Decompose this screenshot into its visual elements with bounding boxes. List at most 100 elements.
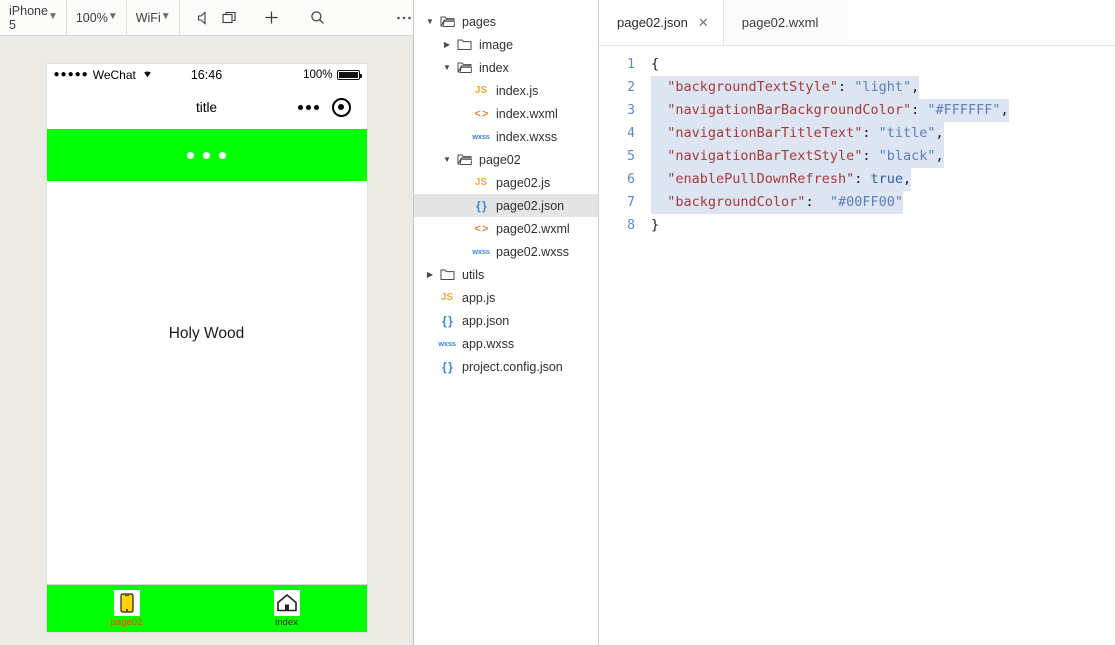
code-line: 3 "navigationBarBackgroundColor": "#FFFF…: [599, 99, 1115, 122]
tree-item-label: page02.wxss: [496, 244, 569, 259]
tree-item-index-wxss[interactable]: ▶wxssindex.wxss: [414, 125, 598, 148]
js-icon: JS: [474, 85, 488, 96]
code-text: "backgroundTextStyle": "light",: [651, 76, 920, 99]
tree-item-pages[interactable]: ▼ pages: [414, 10, 598, 33]
line-number: 4: [627, 126, 635, 141]
phone-statusbar: ●●●●● WeChat 16:46 100%: [46, 64, 367, 85]
editor-pane: page02.json ✕ page02.wxml 1{2 "backgroundT…: [599, 0, 1115, 645]
tree-item-app-js[interactable]: ▶JSapp.js: [414, 286, 598, 309]
tab-index[interactable]: index: [207, 589, 367, 628]
tree-item-index[interactable]: ▼ index: [414, 56, 598, 79]
tree-item-label: page02: [479, 152, 521, 167]
tree-item-label: utils: [462, 267, 485, 282]
editor-tab-page02-wxml[interactable]: page02.wxml: [723, 0, 849, 45]
editor-tabs: page02.json ✕ page02.wxml: [599, 0, 1115, 46]
page-content: Holy Wood: [46, 181, 367, 584]
tree-item-label: app.js: [462, 290, 496, 305]
json-icon: { }: [442, 313, 453, 328]
chevron-down-icon[interactable]: ▼: [441, 63, 453, 72]
line-number: 8: [627, 218, 635, 233]
code-line: 4 "navigationBarTitleText": "title",: [599, 122, 1115, 145]
device-select[interactable]: iPhone 5 ▼: [0, 0, 67, 35]
pulldown-refresh-band: [46, 129, 367, 181]
tree-item-page02-json[interactable]: ▶{ }page02.json: [414, 194, 598, 217]
chevron-down-icon: ▼: [107, 11, 118, 22]
chevron-down-icon: ▼: [47, 11, 58, 22]
js-icon: JS: [440, 292, 454, 303]
refresh-dot: [187, 151, 194, 159]
tree-item-app-json[interactable]: ▶{ }app.json: [414, 309, 598, 332]
tree-item-image[interactable]: ▶ image: [414, 33, 598, 56]
more-icon[interactable]: [394, 8, 414, 28]
tree-item-index-wxml[interactable]: ▶< >index.wxml: [414, 102, 598, 125]
code-token-key: "navigationBarTextStyle": [667, 148, 863, 164]
statusbar-right: 100%: [222, 68, 362, 81]
code-token-str: "#00FF00": [829, 194, 903, 210]
tree-item-page02-wxss[interactable]: ▶wxsspage02.wxss: [414, 240, 598, 263]
ellipsis-icon[interactable]: [297, 104, 319, 110]
code-token-key: "navigationBarBackgroundColor": [667, 102, 912, 118]
tree-item-utils[interactable]: ▶ utils: [414, 263, 598, 286]
code-text: "navigationBarTextStyle": "black",: [651, 145, 944, 168]
tree-item-label: page02.wxml: [496, 221, 570, 236]
tree-item-index-js[interactable]: ▶JSindex.js: [414, 79, 598, 102]
code-text: }: [651, 214, 659, 237]
search-icon[interactable]: [308, 8, 328, 28]
tree-item-app-wxss[interactable]: ▶wxssapp.wxss: [414, 332, 598, 355]
tree-item-page02-js[interactable]: ▶JSpage02.js: [414, 171, 598, 194]
code-token-punct: ,: [911, 79, 920, 95]
chevron-down-icon: ▼: [160, 11, 171, 22]
volume-icon[interactable]: [194, 8, 214, 28]
wxss-icon: wxss: [472, 132, 490, 141]
battery-percent-label: 100%: [303, 68, 333, 81]
code-token-punct: ,: [935, 148, 944, 164]
chevron-right-icon[interactable]: ▶: [424, 270, 436, 279]
close-icon[interactable]: ✕: [698, 15, 709, 31]
zoom-select-value: 100%: [75, 10, 108, 25]
chevron-down-icon[interactable]: ▼: [424, 17, 436, 26]
home-icon: [273, 589, 300, 616]
code-token-punct: [651, 102, 667, 118]
code-token-punct: :: [862, 125, 879, 141]
code-token-bool: true: [870, 171, 903, 187]
zoom-select[interactable]: 100% ▼: [67, 0, 127, 35]
code-line: 1{: [599, 53, 1115, 76]
chevron-down-icon[interactable]: ▼: [441, 155, 453, 164]
simulator-pane: iPhone 5 ▼ 100% ▼ WiFi ▼ ●●●●● WeChat 16…: [0, 0, 457, 645]
target-icon[interactable]: [331, 97, 351, 117]
navbar-capsule: [297, 97, 367, 117]
code-token-punct: :: [854, 171, 871, 187]
network-select-value: WiFi: [135, 10, 161, 25]
network-select[interactable]: WiFi ▼: [127, 0, 180, 35]
code-token-key: "enablePullDownRefresh": [667, 171, 855, 187]
tab-page02[interactable]: page02: [47, 589, 207, 628]
phone-frame: ●●●●● WeChat 16:46 100% title Holy Wood …: [46, 64, 367, 632]
code-token-punct: :: [862, 148, 879, 164]
editor-tab-page02-json[interactable]: page02.json ✕: [599, 0, 724, 45]
page-text: Holy Wood: [168, 325, 245, 342]
line-number: 7: [627, 195, 635, 210]
phone-navbar: title: [46, 85, 367, 129]
tree-item-project-config-json[interactable]: ▶{ }project.config.json: [414, 355, 598, 378]
code-token-punct: [651, 171, 667, 187]
code-token-str: "title": [878, 125, 936, 141]
line-number: 3: [627, 103, 635, 118]
tree-item-page02-wxml[interactable]: ▶< >page02.wxml: [414, 217, 598, 240]
code-token-punct: [651, 79, 667, 95]
add-icon[interactable]: [262, 8, 282, 28]
code-text: "navigationBarTitleText": "title",: [651, 122, 944, 145]
window-icon[interactable]: [220, 8, 240, 28]
code-text: "backgroundColor": "#00FF00": [651, 191, 903, 214]
tree-item-label: page02.json: [496, 198, 565, 213]
tree-item-page02[interactable]: ▼ page02: [414, 148, 598, 171]
tree-item-label: page02.js: [496, 175, 551, 190]
chevron-right-icon[interactable]: ▶: [441, 40, 453, 49]
editor-tab-label: page02.json: [617, 15, 688, 30]
code-area[interactable]: 1{2 "backgroundTextStyle": "light", 3 "na…: [599, 46, 1115, 645]
code-line: 8}: [599, 214, 1115, 237]
code-line: 7 "backgroundColor": "#00FF00": [599, 191, 1115, 214]
tree-item-label: project.config.json: [462, 359, 563, 374]
code-token-punct: ,: [1000, 102, 1009, 118]
wxss-icon: wxss: [438, 339, 456, 348]
code-token-brace: }: [651, 217, 660, 233]
